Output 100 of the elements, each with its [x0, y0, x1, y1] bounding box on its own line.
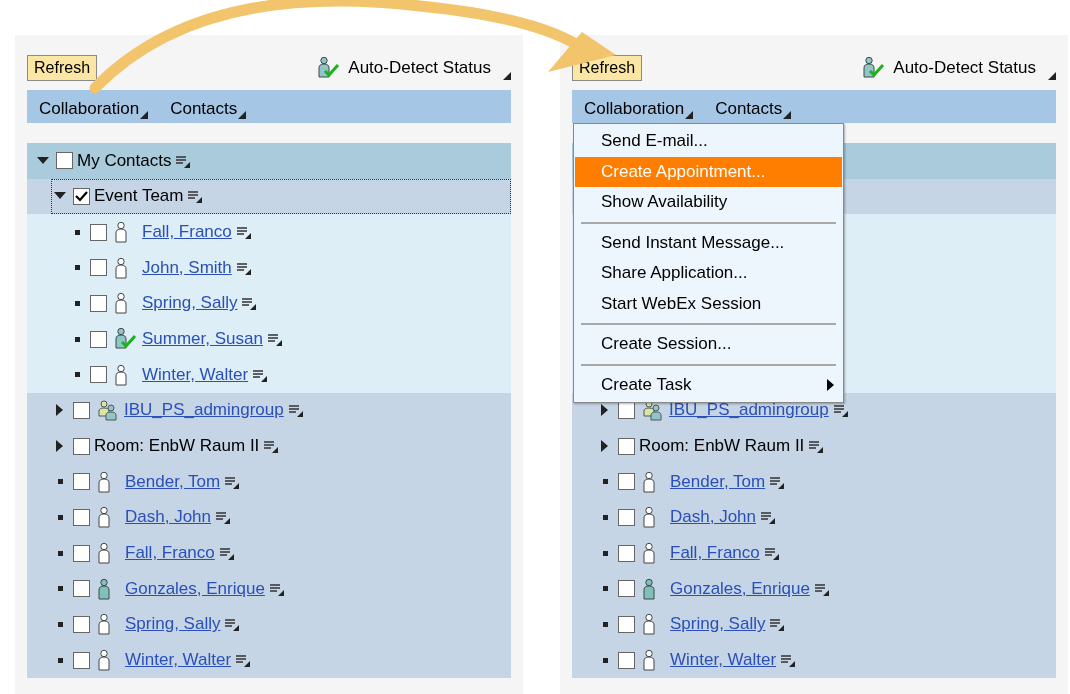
context-menu-icon[interactable]: [236, 225, 251, 240]
menu-item[interactable]: Show Availability: [575, 187, 842, 218]
contact-link[interactable]: Bender, Tom: [125, 471, 221, 492]
context-menu-icon[interactable]: [236, 260, 251, 275]
bullet-icon: [74, 372, 80, 378]
contact-link[interactable]: Winter, Walter: [125, 650, 232, 670]
person-checkmark-icon: [316, 56, 341, 80]
checkbox[interactable]: [73, 473, 90, 491]
contact-link[interactable]: IBU_PS_admingroup: [669, 400, 829, 421]
context-menu-icon[interactable]: [264, 439, 279, 454]
checkbox[interactable]: [618, 544, 635, 562]
contact-link[interactable]: Spring, Sally: [142, 293, 238, 314]
context-menu-icon[interactable]: [764, 546, 779, 561]
auto-detect-status-label[interactable]: Auto-Detect Status: [348, 58, 491, 78]
context-menu-icon[interactable]: [225, 617, 240, 632]
menu-item[interactable]: Create Task: [575, 369, 842, 400]
context-menu-icon[interactable]: [267, 332, 282, 347]
checkbox[interactable]: [618, 473, 635, 491]
context-menu-icon[interactable]: [253, 367, 268, 382]
bullet-icon: [74, 229, 80, 235]
context-menu-icon[interactable]: [770, 617, 785, 632]
expanded-triangle-icon[interactable]: [54, 192, 66, 201]
checkbox[interactable]: [73, 544, 90, 562]
tree-label: Room: EnbW Raum II: [94, 436, 260, 457]
context-menu-icon[interactable]: [242, 296, 257, 311]
dropdown-corner-icon: [1048, 72, 1056, 80]
checkbox[interactable]: [90, 223, 107, 241]
checkbox[interactable]: [73, 508, 90, 526]
auto-detect-status-label[interactable]: Auto-Detect Status: [893, 58, 1036, 78]
checkbox[interactable]: [90, 330, 107, 348]
context-menu-icon[interactable]: [833, 403, 848, 418]
checkmark-icon: [75, 191, 88, 202]
bullet-icon: [57, 586, 63, 592]
context-menu-icon[interactable]: [219, 546, 234, 561]
checkbox[interactable]: [90, 259, 107, 277]
collapsed-triangle-icon[interactable]: [56, 404, 64, 417]
bullet-icon: [602, 514, 608, 520]
contact-link[interactable]: Fall, Franco: [142, 222, 232, 243]
contact-link[interactable]: Fall, Franco: [125, 543, 215, 564]
context-menu-icon[interactable]: [809, 439, 824, 454]
bullet-icon: [74, 265, 80, 271]
checkbox[interactable]: [90, 366, 107, 384]
context-menu-icon[interactable]: [288, 403, 303, 418]
checkbox[interactable]: [618, 651, 635, 669]
menu-button[interactable]: Collaboration: [39, 94, 149, 119]
checkbox[interactable]: [73, 615, 90, 633]
contact-link[interactable]: IBU_PS_admingroup: [124, 400, 284, 421]
contact-link[interactable]: Bender, Tom: [670, 471, 766, 492]
menu-item[interactable]: Start WebEx Session: [575, 288, 842, 319]
checkbox[interactable]: [618, 437, 635, 455]
context-menu-icon[interactable]: [770, 474, 785, 489]
context-menu-icon[interactable]: [761, 510, 775, 525]
checkbox[interactable]: [618, 508, 635, 526]
context-menu-icon[interactable]: [225, 474, 240, 489]
checkbox[interactable]: [73, 580, 90, 598]
bullet-icon: [57, 621, 63, 627]
menu-button[interactable]: Contacts: [715, 94, 792, 119]
checkbox[interactable]: [73, 651, 90, 669]
checkbox[interactable]: [90, 294, 107, 312]
collapsed-triangle-icon[interactable]: [56, 440, 64, 453]
refresh-button[interactable]: Refresh: [27, 55, 98, 81]
menu-button[interactable]: Contacts: [170, 94, 247, 119]
menu-item[interactable]: Send E-mail...: [575, 126, 842, 157]
context-menu-icon[interactable]: [236, 653, 251, 667]
context-menu-icon[interactable]: [781, 653, 796, 668]
context-menu-icon[interactable]: [269, 581, 284, 596]
checkbox[interactable]: [73, 401, 90, 419]
bullet-icon: [602, 550, 608, 556]
collapsed-triangle-icon[interactable]: [601, 404, 609, 417]
collapsed-triangle-icon[interactable]: [601, 440, 609, 453]
contact-link[interactable]: Dash, John: [670, 507, 756, 528]
context-menu-icon[interactable]: [814, 581, 829, 596]
contact-link[interactable]: Spring, Sally: [670, 614, 766, 635]
contact-link[interactable]: Spring, Sally: [125, 614, 221, 635]
contact-link[interactable]: Gonzales, Enrique: [670, 578, 810, 599]
checkbox[interactable]: [618, 615, 635, 633]
tree-label: My Contacts: [77, 150, 172, 171]
contact-link[interactable]: Gonzales, Enrique: [125, 578, 265, 599]
expanded-triangle-icon[interactable]: [37, 156, 49, 165]
contact-link[interactable]: Winter, Walter: [670, 650, 777, 671]
contact-link[interactable]: Fall, Franco: [670, 543, 760, 564]
checkbox[interactable]: [73, 188, 90, 205]
menu-item[interactable]: Send Instant Message...: [575, 227, 842, 258]
tree-label: Event Team: [94, 186, 184, 207]
checkbox[interactable]: [618, 580, 635, 598]
context-menu-icon[interactable]: [188, 189, 203, 204]
bullet-icon: [602, 657, 608, 663]
checkbox[interactable]: [56, 152, 73, 170]
menu-item[interactable]: Share Application...: [575, 258, 842, 289]
checkbox[interactable]: [73, 437, 90, 455]
menu-button[interactable]: Collaboration: [584, 94, 694, 119]
context-menu-icon[interactable]: [216, 510, 230, 525]
bullet-icon: [57, 514, 63, 520]
menu-item[interactable]: Create Session...: [575, 329, 842, 360]
contact-link[interactable]: Dash, John: [125, 507, 211, 528]
context-menu-icon[interactable]: [176, 153, 191, 168]
contact-link[interactable]: Summer, Susan: [142, 329, 263, 350]
contact-link[interactable]: John, Smith: [142, 257, 232, 278]
contact-link[interactable]: Winter, Walter: [142, 364, 249, 385]
bullet-icon: [57, 657, 63, 663]
